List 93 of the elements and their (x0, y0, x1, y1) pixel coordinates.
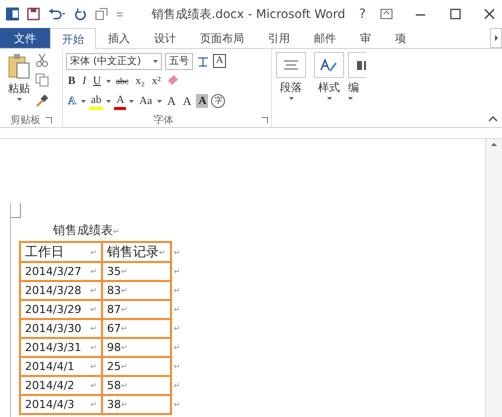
table-header-cell: 工作日 ↵ (20, 242, 102, 262)
ribbon-group-button[interactable]: 编 (348, 49, 366, 127)
ribbon-tab[interactable]: 开始 (50, 28, 96, 49)
caret-icon[interactable] (80, 100, 86, 102)
table-cell: 2014/4/1 ↵ (20, 357, 102, 376)
caret-icon[interactable] (106, 100, 112, 102)
format-button[interactable]: B (66, 74, 78, 88)
caret-icon (326, 97, 332, 100)
paste-icon[interactable] (7, 53, 31, 79)
ribbon-tab[interactable]: 设计 (142, 28, 188, 48)
table-cell: 83↵ (102, 281, 171, 300)
scissors-icon[interactable] (35, 53, 49, 67)
format-button[interactable]: A (180, 94, 194, 108)
format-button[interactable]: Aa (137, 94, 154, 108)
format-button[interactable]: 字 (211, 94, 226, 108)
ribbon-display-icon[interactable] (380, 7, 393, 21)
format-button[interactable]: A (165, 94, 178, 108)
caret-icon[interactable] (157, 100, 162, 102)
ribbon-tab[interactable]: 邮件 (302, 28, 348, 48)
undo-icon[interactable] (48, 7, 66, 21)
group-label: 剪贴板 (10, 114, 40, 127)
table-cell: 2014/3/30 ↵ (20, 319, 102, 338)
vertical-scrollbar[interactable] (485, 139, 502, 417)
ribbon-tab[interactable]: 文件 (0, 28, 50, 48)
ribbon-group-button[interactable]: 段落 (272, 49, 310, 127)
ribbon-tab[interactable]: 页面布局 (188, 28, 256, 48)
ribbon-tab[interactable]: 审 (348, 28, 383, 48)
table-cell: 67↵ (102, 319, 171, 338)
table-cell: 35↵ (102, 262, 171, 281)
redo-icon[interactable] (74, 7, 88, 21)
styles-icon (320, 58, 337, 72)
crop-mark-icon (11, 203, 21, 218)
paste-label: 粘贴 (8, 81, 30, 96)
font-name-dropdown[interactable]: 宋体 (中文正文) (66, 52, 162, 70)
caret-icon[interactable] (106, 80, 111, 82)
ribbon-tab[interactable]: 插入 (96, 28, 142, 48)
row-end-mark: ↵ (170, 300, 184, 319)
help-button[interactable]: ? (353, 6, 372, 22)
table-cell: 2014/4/2 ↵ (20, 376, 102, 395)
copy-icon[interactable] (35, 73, 49, 87)
font-size-dropdown[interactable]: 五号 (165, 52, 193, 70)
binoculars-icon (357, 61, 366, 70)
ribbon-tab[interactable]: 项 (383, 28, 418, 48)
caret-icon (348, 97, 353, 100)
format-button[interactable]: U (91, 74, 103, 88)
ribbon-tab[interactable]: 引用 (256, 28, 302, 48)
format-button[interactable]: A (114, 92, 126, 110)
table-header-cell: 销售记录↵ (102, 242, 171, 262)
table-cell: 98↵ (102, 338, 171, 357)
character-border-button[interactable]: A (213, 54, 226, 68)
brush-icon[interactable] (35, 93, 49, 107)
table-cell: 38↵ (102, 395, 171, 414)
align-lines-icon (284, 60, 298, 70)
format-button[interactable]: ab (88, 92, 104, 110)
table-cell: 2014/4/3 ↵ (20, 395, 102, 414)
word-icon[interactable] (6, 7, 19, 21)
group-label: 字体 (154, 114, 174, 127)
table-cell: 87↵ (102, 300, 171, 319)
row-end-mark: ↵ (170, 376, 184, 395)
table-cell: 58↵ (102, 376, 171, 395)
document-title: 销售成绩表↵ (53, 222, 121, 239)
maximize-icon[interactable] (448, 7, 462, 21)
format-button[interactable]: A (66, 94, 78, 108)
caret-icon[interactable] (16, 98, 22, 101)
document-icon[interactable] (95, 7, 108, 21)
save-icon[interactable] (26, 7, 40, 21)
format-button[interactable]: x₂ (133, 74, 147, 88)
ribbon-group-button[interactable]: 样式 (310, 49, 348, 127)
format-button[interactable]: I (80, 74, 88, 88)
table-cell: 2014/3/29 ↵ (20, 300, 102, 319)
format-button[interactable]: x² (150, 74, 163, 88)
caret-icon[interactable] (129, 100, 134, 102)
row-end-mark: ↵ (170, 281, 184, 300)
collapse-ribbon-icon[interactable] (488, 115, 498, 123)
table-cell: 25↵ (102, 357, 171, 376)
row-end-mark: ↵ (170, 242, 184, 262)
dialog-launcher-icon[interactable] (44, 116, 52, 124)
row-end-mark: ↵ (170, 357, 184, 376)
window-title: 销售成绩表.docx - Microsoft Word (150, 6, 346, 22)
row-end-mark: ↵ (170, 395, 184, 414)
caret-icon[interactable] (153, 60, 158, 62)
row-end-mark: ↵ (170, 338, 184, 357)
scroll-right-icon[interactable] (490, 28, 502, 48)
caret-icon (288, 97, 294, 100)
format-button[interactable]: A (196, 94, 208, 108)
row-end-mark: ↵ (170, 262, 184, 281)
close-icon[interactable] (483, 7, 496, 21)
dialog-launcher-icon[interactable] (261, 116, 268, 124)
row-end-mark: ↵ (170, 319, 184, 338)
table-cell: 2014/3/27 ↵ (20, 262, 102, 281)
table-cell: 2014/3/31 ↵ (20, 338, 102, 357)
table-cell: 2014/3/28 ↵ (20, 281, 102, 300)
format-button[interactable]: abc (114, 74, 130, 88)
